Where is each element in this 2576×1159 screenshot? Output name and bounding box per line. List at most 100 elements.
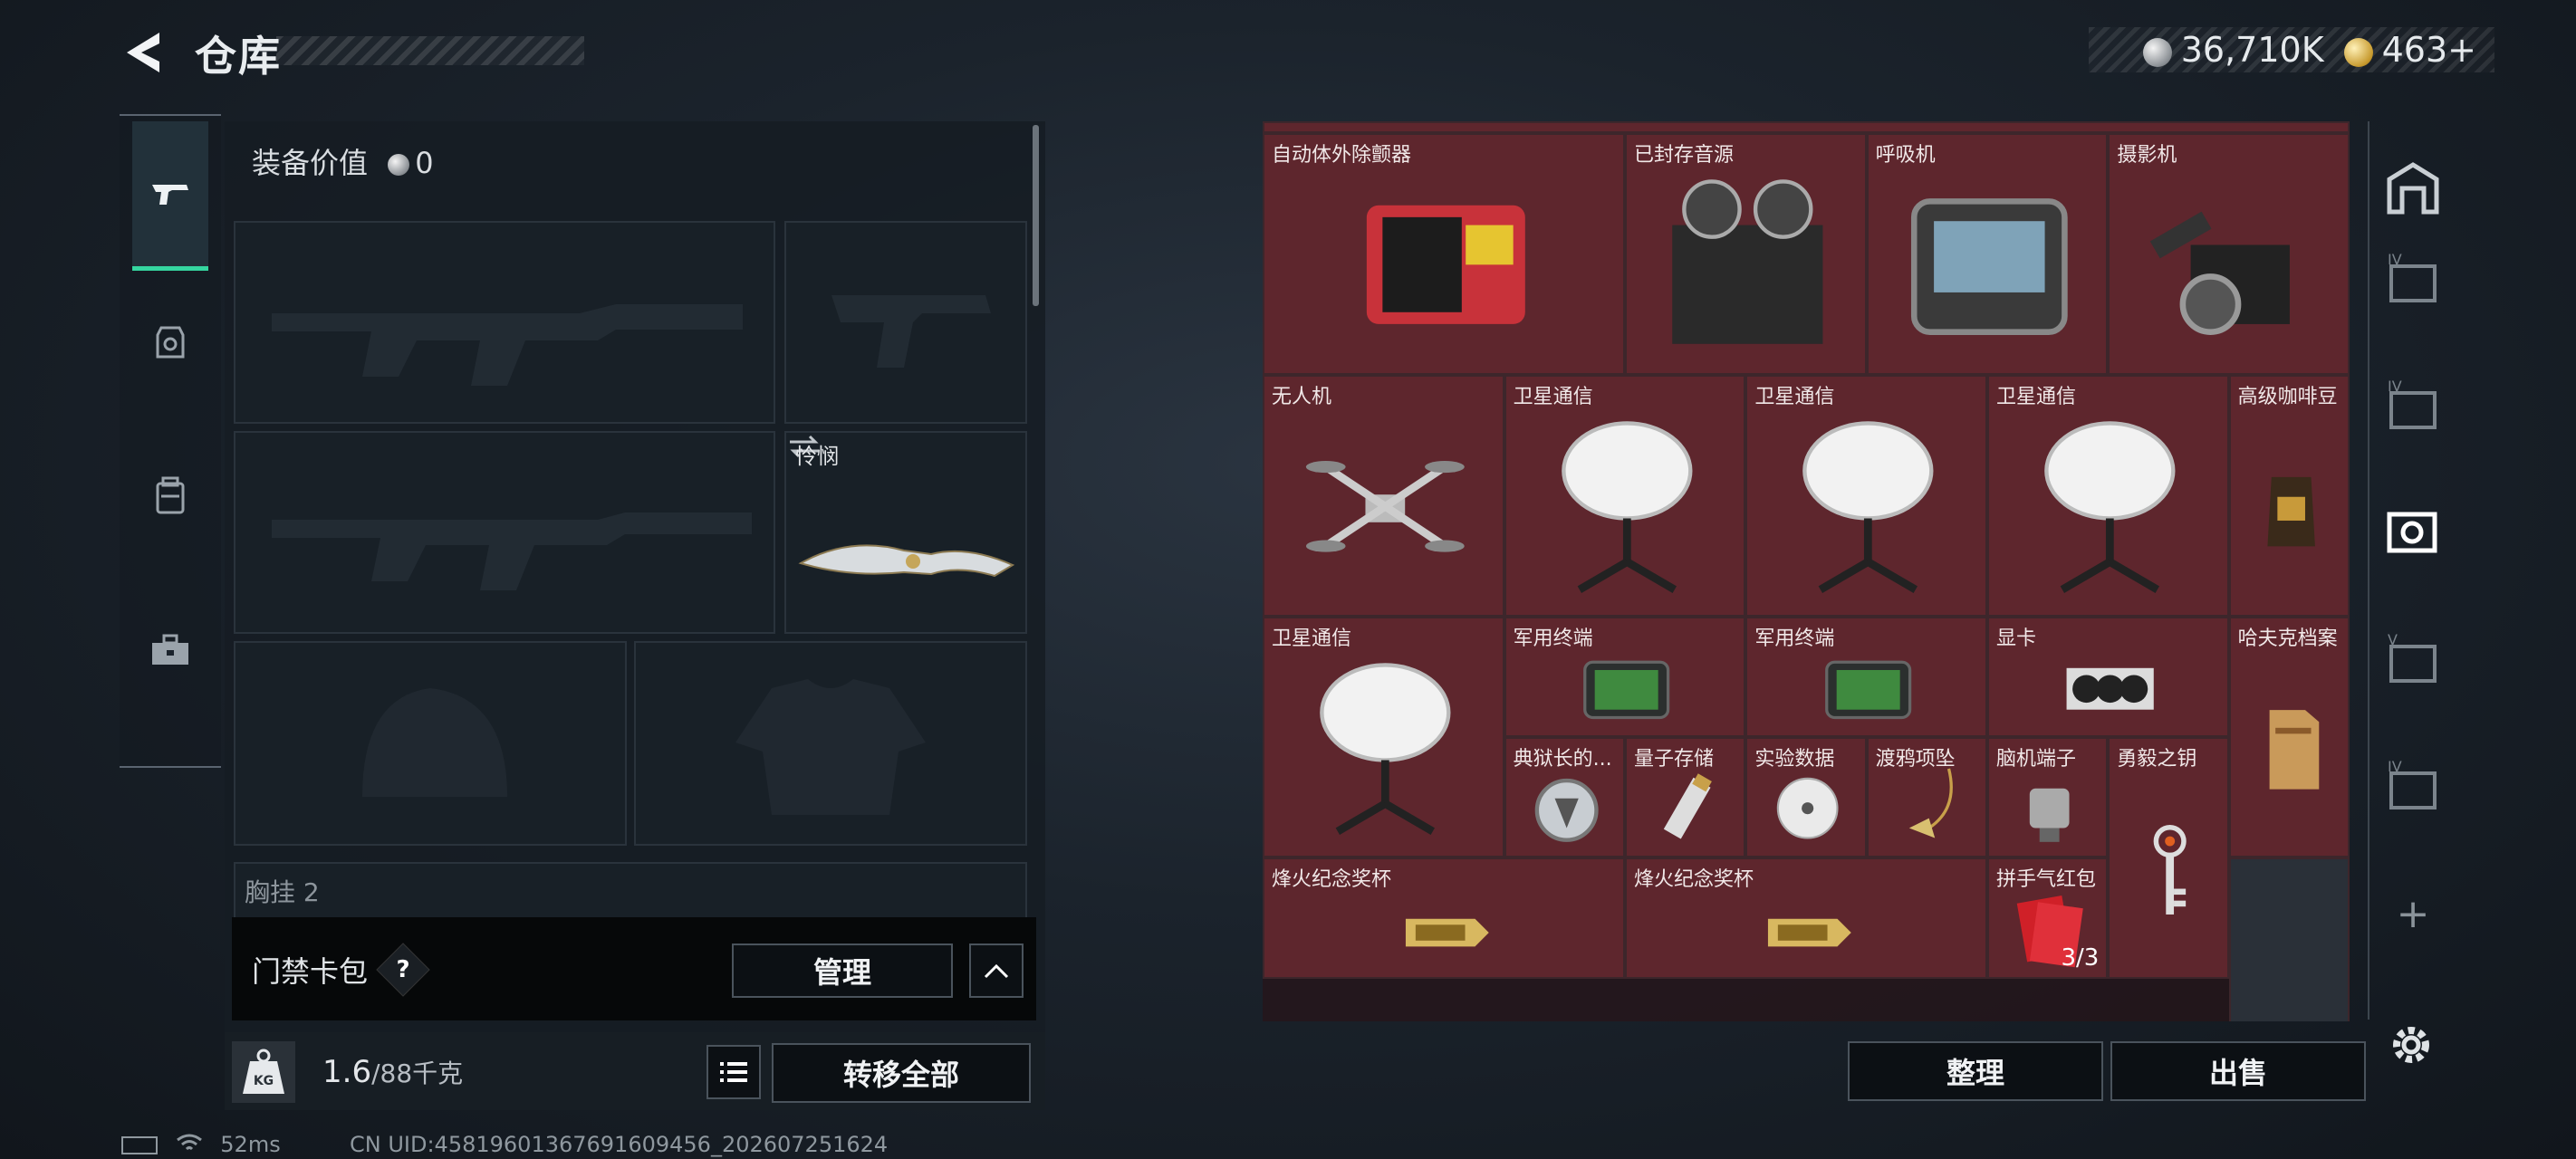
helmet-slot[interactable] [234,641,627,846]
tab-armor[interactable] [132,270,208,415]
list-view-button[interactable] [706,1045,761,1099]
inventory-item[interactable]: 呼吸机 [1866,133,2109,375]
access-card-label: 门禁卡包 [252,954,369,989]
settings-button[interactable] [2386,1020,2437,1070]
rail-warehouse[interactable] [2382,158,2444,219]
inventory-item[interactable]: 军用终端 [1504,616,1746,737]
expand-button[interactable] [969,943,1024,998]
equipment-value: 装备价值 0 [252,140,434,182]
ventilator-icon [1910,198,2068,336]
inventory-item[interactable]: 卫星通信 [1987,375,2229,617]
armor-silhouette-icon [735,679,926,815]
helmet-silhouette-icon [362,688,507,797]
rail-storage-3[interactable]: V [2382,628,2444,690]
rifle-silhouette-icon [272,512,752,590]
rail-storage-2[interactable]: IV [2382,375,2444,436]
partial-row [1263,121,2350,134]
equipment-scrollbar[interactable] [1033,125,1039,306]
user-id: CN UID:4581960136769160945​6_20260725162… [350,1132,889,1157]
primary-weapon-slot[interactable] [234,221,775,424]
weight-max: /88千克 [371,1058,464,1088]
add-gold-button[interactable]: + [2447,30,2476,70]
chest-rig-label: 胸挂 2 [245,873,320,909]
inventory-item[interactable]: 拼手气红包 3/3 [1987,857,2109,979]
coffee-bag-icon [2267,476,2315,547]
inventory-item[interactable]: 军用终端 [1745,616,1987,737]
transfer-all-button[interactable]: 转移全部 [772,1043,1031,1103]
pistol-silhouette-icon [831,295,991,368]
item-label: 自动体外除颤器 [1272,144,1412,168]
inventory-item[interactable]: 量子存储 [1625,737,1746,858]
inventory-item[interactable]: 卫星通信 [1504,375,1746,617]
satellite-dish-icon [1561,421,1693,593]
add-storage-button[interactable]: + [2382,884,2444,945]
rail-storage-4[interactable]: IV [2382,755,2444,817]
gear-icon [2393,1027,2429,1063]
chest-rig-count: 2 [303,877,320,907]
inventory-item[interactable]: 无人机 [1263,375,1504,617]
rail-storage-1[interactable]: IV [2382,248,2444,310]
silver-amount: 36,710K [2180,30,2324,70]
tab-weapons[interactable] [132,121,208,271]
inventory-item[interactable]: 高级咖啡豆 [2228,375,2350,617]
manage-button[interactable]: 管理 [732,943,953,998]
list-icon [720,1062,747,1082]
tab-toolbox[interactable] [132,578,208,723]
page-title: 仓库 [195,32,282,81]
item-label: 典狱长的... [1513,748,1612,771]
weight-icon: KG [232,1041,295,1103]
inventory-item[interactable]: 典狱长的... [1504,737,1625,858]
battery-icon [121,1136,158,1154]
back-button[interactable] [118,25,172,80]
gold-currency[interactable]: 463+ [2343,30,2476,70]
storage-rail: IV IV V IV + [2368,121,2456,1020]
armor-slot[interactable] [634,641,1027,846]
inventory-item[interactable]: 实验数据 [1745,737,1867,858]
melee-slot[interactable]: 怜悯 [784,431,1027,695]
pendant-icon [1908,768,1953,838]
item-label: 脑机端子 [1996,748,2077,771]
sort-button[interactable]: 整理 [1848,1041,2103,1101]
storage-box-icon: IV [2388,251,2437,302]
item-count: 3/3 [2061,943,2100,972]
inventory-item[interactable]: 已封存音源 [1625,133,1867,375]
inventory-item[interactable]: 脑机端子 [1987,737,2109,858]
inventory-item[interactable]: 卫星通信 [1745,375,1987,617]
satellite-dish-icon [1802,421,1934,593]
trophy-icon [1768,919,1852,947]
weight-text: 1.6/88千克 [322,1054,463,1090]
sidearm-slot[interactable] [784,221,1027,424]
item-label: 军用终端 [1513,627,1593,650]
inventory-item[interactable]: 渡鸦项坠 [1866,737,1987,858]
tab-backpack[interactable] [132,424,208,569]
inventory-grid: 自动体外除颤器 已封存音源 呼吸机 摄影机 无人机 卫星通信 卫星通信 卫星通信 高级咖啡豆 卫星… [1263,121,2350,1021]
inventory-item[interactable]: 哈夫克档案 [2228,616,2350,858]
inventory-item[interactable]: 自动体外除颤器 [1263,133,1625,375]
item-label: 实验数据 [1754,748,1835,771]
silver-currency: 36,710K [2142,30,2324,70]
karambit-knife-icon [798,544,1015,578]
help-icon: ? [396,956,410,983]
empty-slot[interactable] [2228,857,2350,1021]
inventory-item[interactable]: 摄影机 [2108,133,2350,375]
inventory-item[interactable]: 卫星通信 [1263,616,1504,858]
storage-box-icon: IV [2388,378,2437,429]
chest-rig-slot[interactable]: 胸挂 2 [234,862,1027,918]
storage-level-2: IV [2388,378,2402,395]
graphics-card-icon [2066,667,2154,710]
military-terminal-icon [1583,660,1670,719]
currency-bar: 36,710K 463+ [2088,27,2494,72]
item-label: 卫星通信 [1272,627,1352,650]
chevron-up-icon [984,963,1009,979]
item-label: 卫星通信 [1996,386,2077,408]
trophy-icon [1406,919,1490,947]
inventory-item[interactable]: 显卡 [1987,616,2229,737]
defibrillator-icon [1366,206,1525,325]
secondary-weapon-slot[interactable] [234,431,775,634]
inventory-item[interactable]: 勇毅之钥 [2108,737,2229,979]
rail-storage-active[interactable] [2382,500,2444,561]
sell-button[interactable]: 出售 [2110,1041,2366,1101]
inventory-item[interactable]: 烽火纪念奖杯 [1263,857,1625,979]
helmet-vest-icon [156,326,185,359]
inventory-item[interactable]: 烽火纪念奖杯 [1625,857,1987,979]
